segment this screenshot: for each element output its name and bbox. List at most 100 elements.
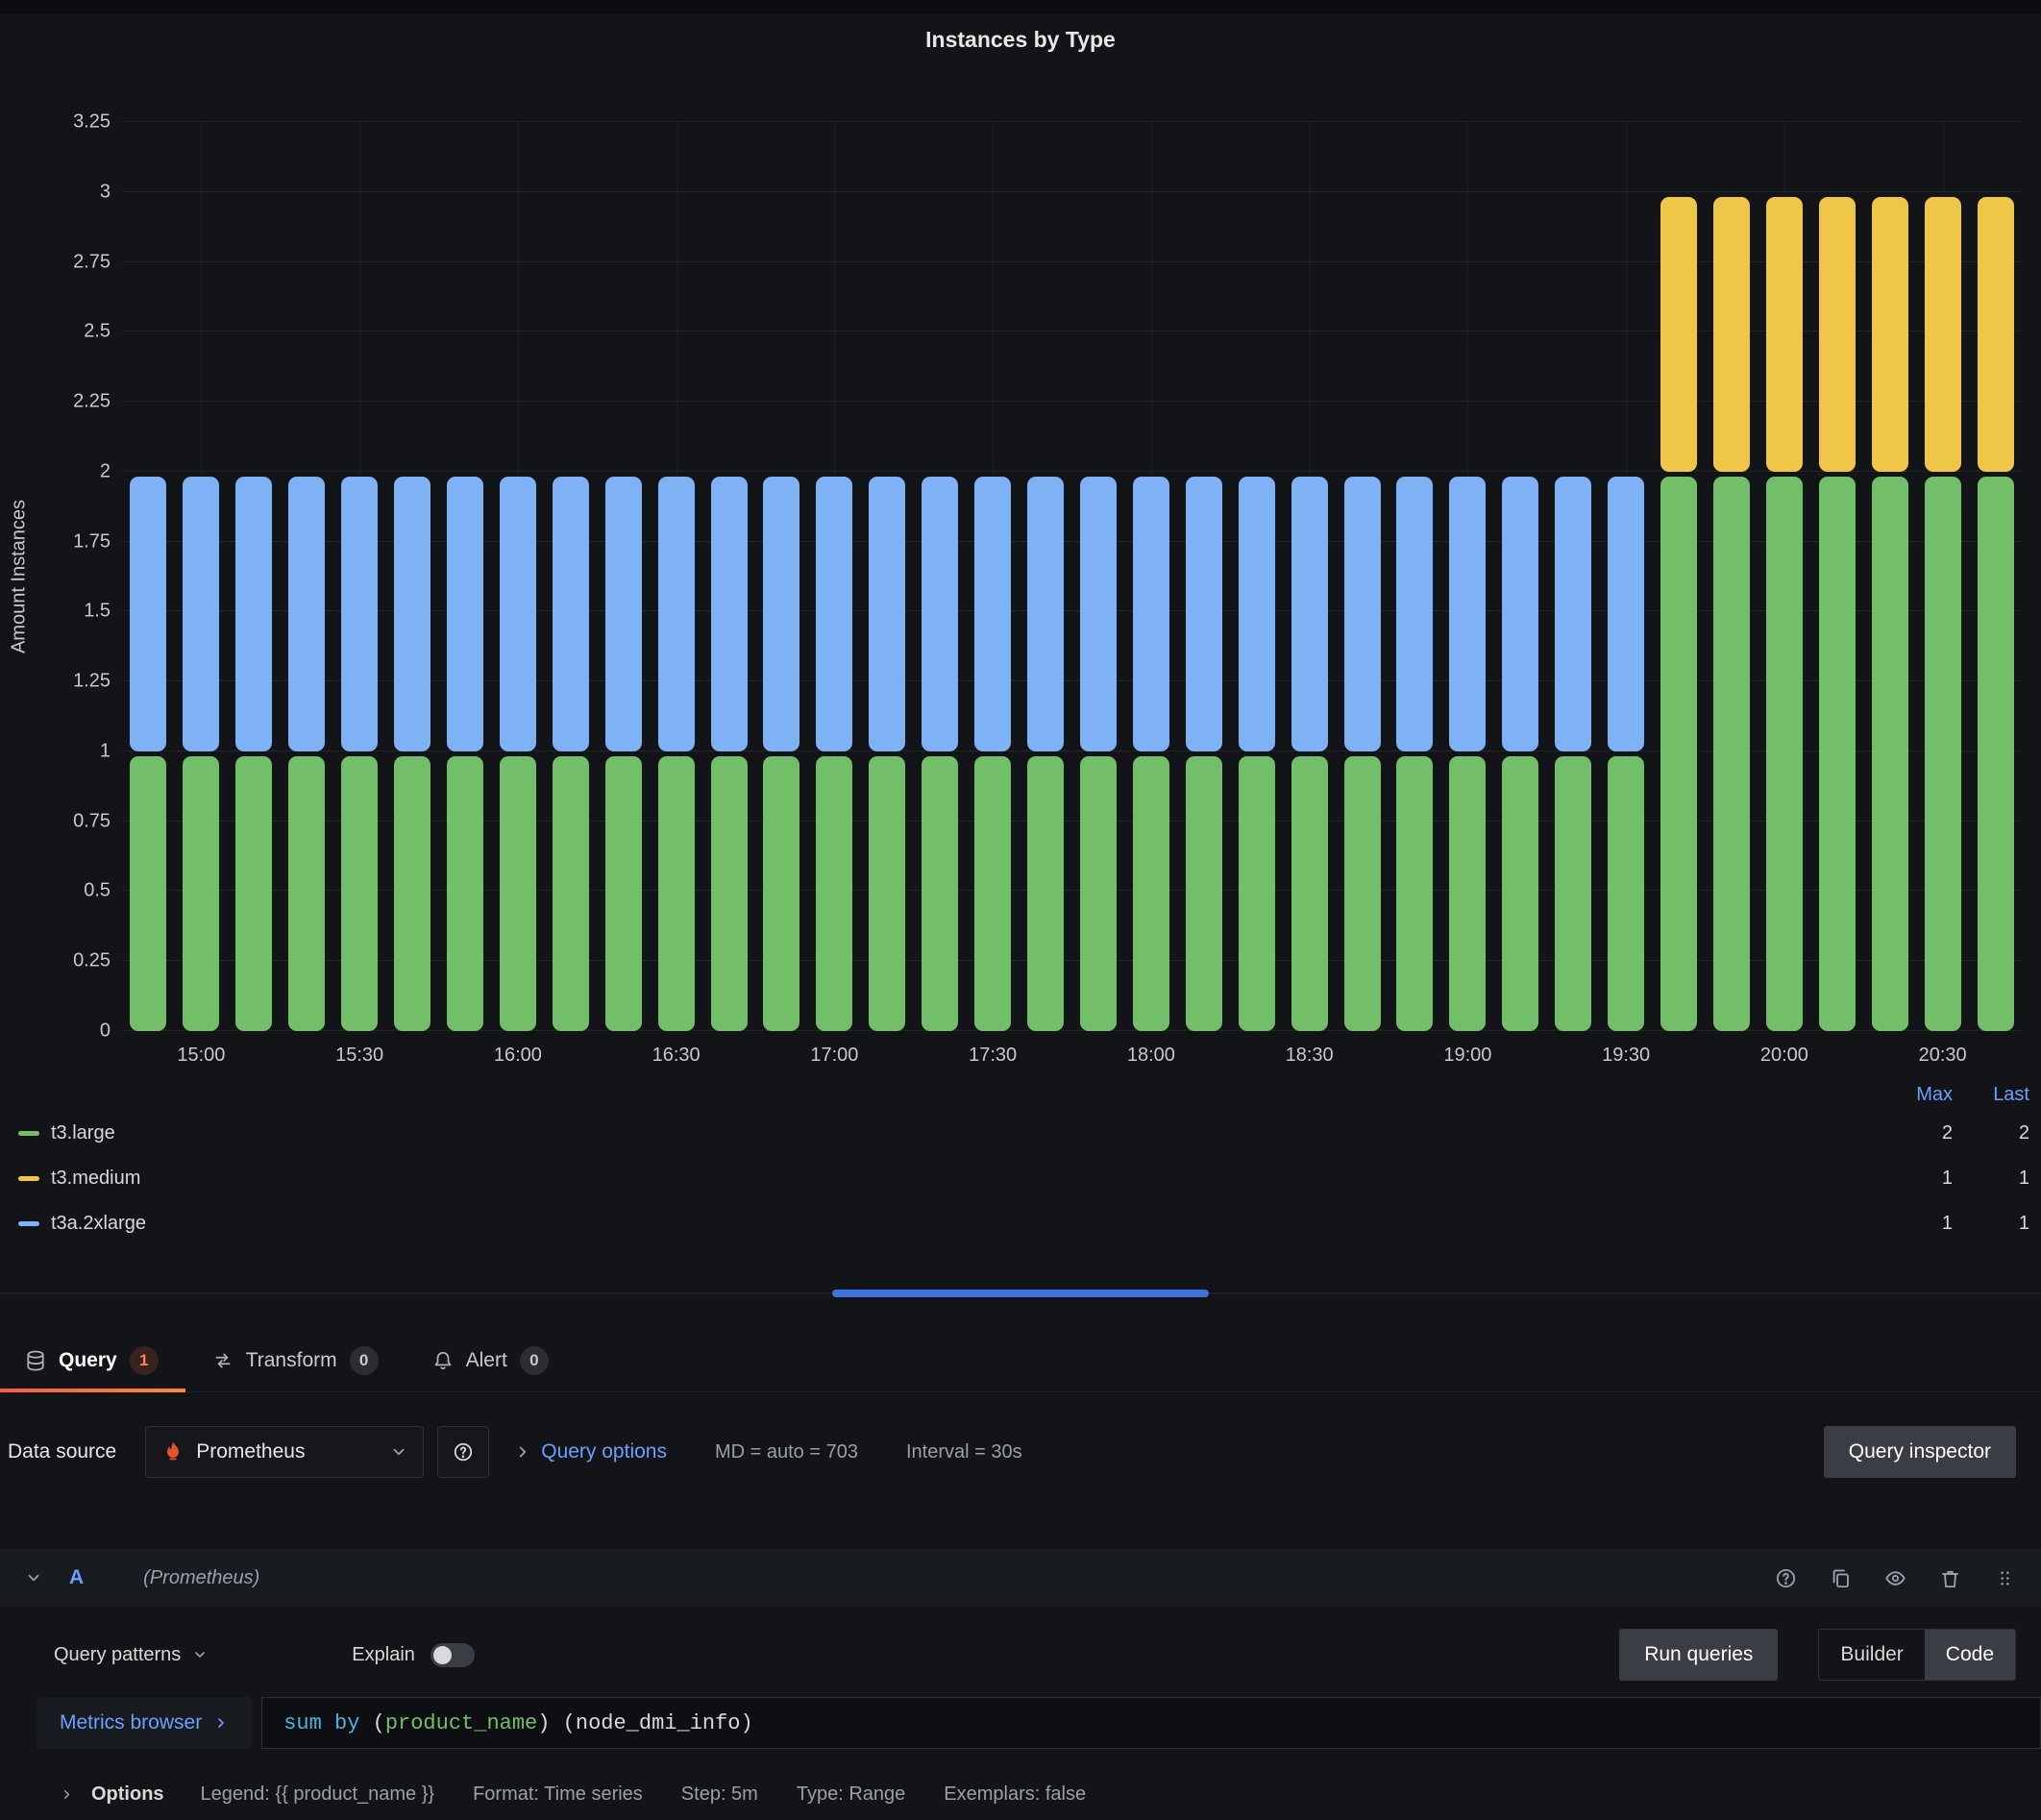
legend-last-value: 1 bbox=[1962, 1168, 2029, 1190]
query-inspector-button[interactable]: Query inspector bbox=[1824, 1426, 2016, 1478]
stacked-bar bbox=[1239, 477, 1275, 1031]
chevron-right-icon bbox=[60, 1787, 74, 1802]
stacked-bar bbox=[288, 477, 325, 1031]
stacked-bar bbox=[816, 477, 852, 1031]
stacked-bar bbox=[1819, 197, 1856, 1031]
legend-row[interactable]: t3.medium11 bbox=[18, 1156, 2029, 1201]
stacked-bar bbox=[1766, 197, 1803, 1031]
trash-icon[interactable] bbox=[1939, 1567, 1961, 1589]
legend-last-value: 2 bbox=[1962, 1122, 2029, 1144]
tab-query[interactable]: Query 1 bbox=[0, 1329, 185, 1391]
code-editor-row: Metrics browser sum by (product_name) (n… bbox=[0, 1695, 2041, 1751]
metrics-browser-label: Metrics browser bbox=[60, 1711, 202, 1734]
stacked-bar bbox=[500, 477, 536, 1031]
tab-alert-label: Alert bbox=[466, 1349, 507, 1372]
help-icon bbox=[453, 1441, 474, 1463]
tab-alert-badge: 0 bbox=[520, 1346, 549, 1375]
query-ref-id[interactable]: A bbox=[69, 1566, 84, 1589]
chevron-down-icon bbox=[192, 1647, 208, 1662]
legend-max-value: 1 bbox=[1885, 1168, 1953, 1190]
legend-last-header[interactable]: Last bbox=[1962, 1084, 2029, 1106]
legend-series-label[interactable]: t3.large bbox=[51, 1122, 1885, 1144]
chevron-down-icon bbox=[390, 1443, 407, 1461]
stacked-bar bbox=[1080, 477, 1117, 1031]
options-label: Options bbox=[91, 1783, 164, 1806]
code-mode-option[interactable]: Code bbox=[1925, 1630, 2015, 1680]
query-datasource-hint: (Prometheus) bbox=[143, 1567, 259, 1589]
option-summary-item: Legend: {{ product_name }} bbox=[201, 1783, 435, 1806]
legend-last-value: 1 bbox=[1962, 1213, 2029, 1235]
legend-max-value: 1 bbox=[1885, 1213, 1953, 1235]
datasource-help-button[interactable] bbox=[437, 1426, 489, 1478]
metrics-browser-button[interactable]: Metrics browser bbox=[37, 1697, 252, 1749]
stacked-bar bbox=[605, 477, 642, 1031]
stacked-bar bbox=[1872, 197, 1908, 1031]
legend-max-header[interactable]: Max bbox=[1885, 1084, 1953, 1106]
explain-toggle[interactable] bbox=[430, 1643, 475, 1667]
chevron-right-icon bbox=[213, 1715, 229, 1731]
y-axis-labels: 00.250.50.7511.251.51.7522.252.52.7533.2… bbox=[38, 122, 111, 1031]
chevron-right-icon[interactable] bbox=[514, 1443, 531, 1461]
stacked-bar bbox=[1344, 477, 1381, 1031]
stacked-bar bbox=[235, 477, 272, 1031]
legend-header: Max Last bbox=[18, 1078, 2029, 1111]
tab-transform-label: Transform bbox=[246, 1349, 337, 1372]
stacked-bar bbox=[711, 477, 748, 1031]
legend-max-value: 2 bbox=[1885, 1122, 1953, 1144]
max-datapoints-info: MD = auto = 703 bbox=[715, 1441, 858, 1463]
query-options-toggle[interactable]: Query options bbox=[541, 1440, 667, 1463]
window-top-strip bbox=[0, 0, 2041, 13]
eye-icon[interactable] bbox=[1884, 1567, 1906, 1589]
stacked-bar bbox=[1133, 477, 1169, 1031]
panel-resize-handle[interactable] bbox=[832, 1290, 1209, 1297]
stacked-bar bbox=[1660, 197, 1697, 1031]
stacked-bar bbox=[658, 477, 695, 1031]
options-toggle[interactable]: Options bbox=[60, 1783, 164, 1806]
datasource-select[interactable]: Prometheus bbox=[145, 1426, 424, 1478]
drag-handle-icon[interactable] bbox=[1994, 1567, 2016, 1589]
editor-tabs: Query 1 Transform 0 Alert 0 bbox=[0, 1329, 2041, 1392]
stacked-bar bbox=[1608, 477, 1644, 1031]
stacked-bar bbox=[922, 477, 958, 1031]
collapse-chevron-icon[interactable] bbox=[25, 1569, 42, 1586]
tab-query-label: Query bbox=[59, 1349, 117, 1372]
stacked-bar bbox=[1713, 197, 1750, 1031]
builder-mode-option[interactable]: Builder bbox=[1819, 1630, 1924, 1680]
stacked-bar bbox=[869, 477, 905, 1031]
option-summary-item: Type: Range bbox=[797, 1783, 905, 1806]
stacked-bar bbox=[1449, 477, 1486, 1031]
legend-swatch-icon bbox=[18, 1131, 39, 1136]
legend-row[interactable]: t3.large22 bbox=[18, 1111, 2029, 1156]
stacked-bar bbox=[974, 477, 1011, 1031]
legend-swatch-icon bbox=[18, 1176, 39, 1181]
legend-series-label[interactable]: t3a.2xlarge bbox=[51, 1213, 1885, 1235]
interval-info: Interval = 30s bbox=[906, 1441, 1022, 1463]
option-summary-item: Exemplars: false bbox=[944, 1783, 1086, 1806]
stacked-bar bbox=[1027, 477, 1064, 1031]
promql-input[interactable]: sum by (product_name) (node_dmi_info) bbox=[261, 1697, 2041, 1749]
tab-alert[interactable]: Alert 0 bbox=[406, 1329, 576, 1391]
promql-code: sum by (product_name) (node_dmi_info) bbox=[283, 1711, 753, 1735]
duplicate-icon[interactable] bbox=[1830, 1567, 1852, 1589]
stacked-bar bbox=[1186, 477, 1222, 1031]
query-row-header: A (Prometheus) bbox=[0, 1549, 2041, 1607]
stacked-bar bbox=[183, 477, 219, 1031]
option-summary-item: Format: Time series bbox=[473, 1783, 643, 1806]
legend-series-label[interactable]: t3.medium bbox=[51, 1168, 1885, 1190]
query-patterns-dropdown[interactable]: Query patterns bbox=[54, 1644, 208, 1666]
stacked-bar bbox=[1978, 197, 2014, 1031]
plot-area[interactable] bbox=[122, 122, 2022, 1031]
legend-row[interactable]: t3a.2xlarge11 bbox=[18, 1201, 2029, 1246]
stacked-bar bbox=[1555, 477, 1591, 1031]
stacked-bar bbox=[130, 477, 166, 1031]
query-row-actions bbox=[1775, 1567, 2016, 1589]
prometheus-icon bbox=[161, 1440, 184, 1463]
legend-rows: t3.large22t3.medium11t3a.2xlarge11 bbox=[18, 1111, 2029, 1246]
help-icon[interactable] bbox=[1775, 1567, 1797, 1589]
toggle-knob bbox=[433, 1646, 452, 1664]
run-queries-button[interactable]: Run queries bbox=[1619, 1629, 1778, 1681]
y-axis-title: Amount Instances bbox=[9, 500, 31, 653]
tab-transform[interactable]: Transform 0 bbox=[185, 1329, 406, 1391]
explain-label: Explain bbox=[352, 1644, 415, 1666]
chart-legend: Max Last t3.large22t3.medium11t3a.2xlarg… bbox=[0, 1078, 2041, 1246]
